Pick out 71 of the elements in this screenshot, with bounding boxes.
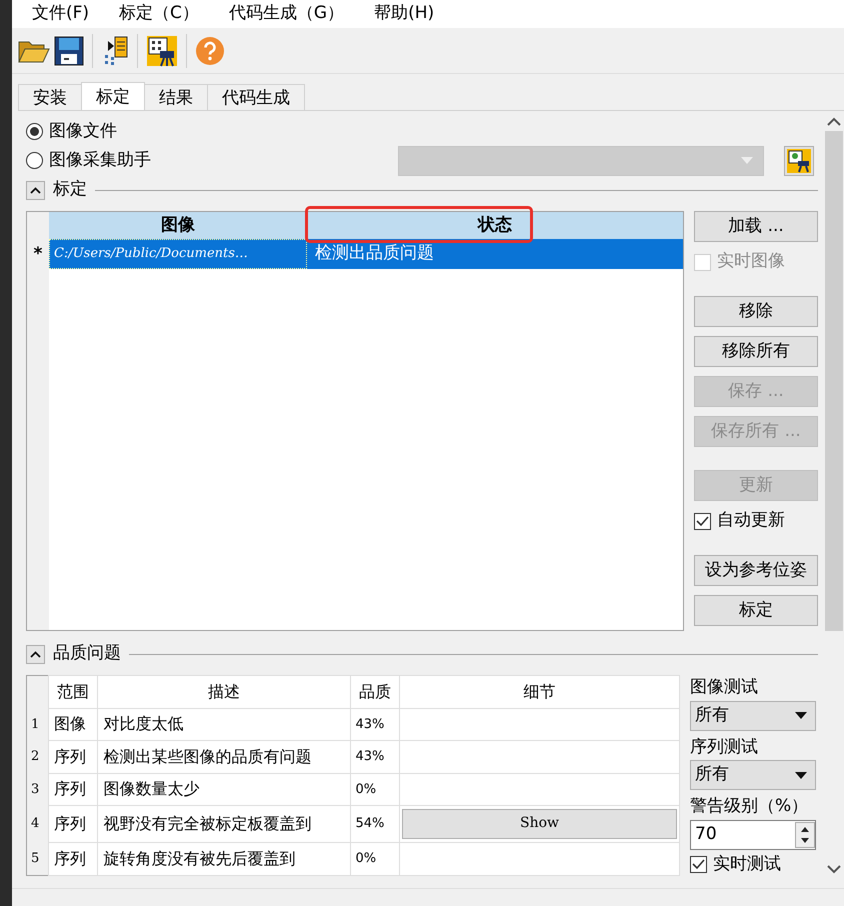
checkbox[interactable]: [690, 856, 707, 873]
table-cell: 0%: [356, 850, 376, 866]
radio-button[interactable]: [26, 152, 43, 169]
field-label: 图像测试: [690, 676, 759, 699]
table-cell: 对比度太低: [103, 714, 184, 734]
checkbox-label[interactable]: 自动更新: [717, 508, 785, 534]
push-button[interactable]: 标定: [694, 595, 818, 626]
tab[interactable]: 标定: [81, 82, 145, 110]
row-number: 1: [31, 716, 40, 732]
show-button[interactable]: Show: [402, 808, 677, 839]
table-cell[interactable]: C:/Users/Public/Documents…: [49, 239, 307, 269]
table-cell: 序列: [54, 779, 86, 798]
row-number: 3: [31, 782, 40, 796]
table-cell: 序列: [54, 814, 86, 833]
camera-board-icon[interactable]: [146, 34, 178, 66]
spin-box[interactable]: 70: [690, 820, 816, 850]
section-title: 标定: [53, 178, 87, 202]
section-title: 品质问题: [53, 642, 121, 666]
table-cell: 43%: [356, 716, 384, 732]
column-header: 状态: [476, 214, 513, 237]
table-cell: 序列: [54, 848, 86, 868]
chevron-up-icon: [30, 650, 41, 658]
checkbox-label[interactable]: 实时测试: [713, 852, 781, 878]
radio-label[interactable]: 图像文件: [49, 118, 117, 144]
column-header: 图像: [160, 214, 196, 237]
table-cell: 0%: [356, 782, 376, 796]
table-cell: 检测出某些图像的品质有问题: [103, 746, 312, 766]
menu-item[interactable]: 文件(F): [22, 1, 104, 27]
table-cell: 序列: [54, 746, 86, 766]
tab[interactable]: 安装: [18, 84, 82, 110]
menu-item[interactable]: 帮助(H): [364, 1, 448, 27]
push-button[interactable]: 移除: [694, 296, 818, 327]
dropdown[interactable]: 所有: [690, 700, 816, 730]
column-header: 细节: [524, 682, 556, 701]
column-header: 描述: [208, 682, 240, 701]
row-marker: *: [34, 243, 42, 266]
row-number: 4: [31, 816, 40, 832]
checkbox[interactable]: [694, 512, 711, 530]
scroll-up-icon[interactable]: [827, 117, 841, 127]
radio-button[interactable]: [26, 123, 43, 140]
push-button[interactable]: 移除所有: [694, 336, 818, 367]
save-icon[interactable]: [54, 36, 84, 66]
table-cell: 视野没有完全被标定板覆盖到: [103, 814, 312, 833]
menu-item[interactable]: 标定（C）: [109, 1, 213, 27]
caret-icon: [795, 712, 807, 719]
table-cell: 图像数量太少: [103, 779, 200, 798]
table-cell: 旋转角度没有被先后覆盖到: [103, 848, 296, 868]
radio-label[interactable]: 图像采集助手: [49, 148, 151, 174]
table-cell: 43%: [356, 749, 384, 764]
caret-icon: [795, 772, 807, 778]
scrollbar-thumb[interactable]: [825, 131, 843, 631]
spin-arrows-icon: [795, 822, 815, 848]
row-number: 5: [31, 850, 40, 866]
table-cell: 54%: [356, 816, 384, 832]
dropdown[interactable]: 所有: [690, 760, 816, 790]
tab[interactable]: 代码生成: [207, 84, 305, 110]
scroll-down-icon[interactable]: [827, 864, 841, 874]
column-header: 范围: [57, 682, 90, 701]
menu-item[interactable]: 代码生成（G）: [218, 1, 358, 27]
table-cell: 图像: [54, 714, 86, 734]
field-label: 警告级别（%）: [690, 795, 810, 818]
field-label: 序列测试: [690, 736, 759, 758]
push-button[interactable]: 设为参考位姿: [694, 555, 818, 586]
collapse-button[interactable]: [26, 644, 45, 664]
collapse-button[interactable]: [26, 180, 45, 200]
caret-icon: [741, 157, 753, 164]
push-button[interactable]: 加载 ...: [694, 211, 818, 242]
chevron-up-icon: [30, 186, 41, 194]
column-header: 品质: [358, 682, 391, 701]
camera-assistant-button[interactable]: [784, 146, 814, 176]
row-number: 2: [31, 749, 40, 764]
